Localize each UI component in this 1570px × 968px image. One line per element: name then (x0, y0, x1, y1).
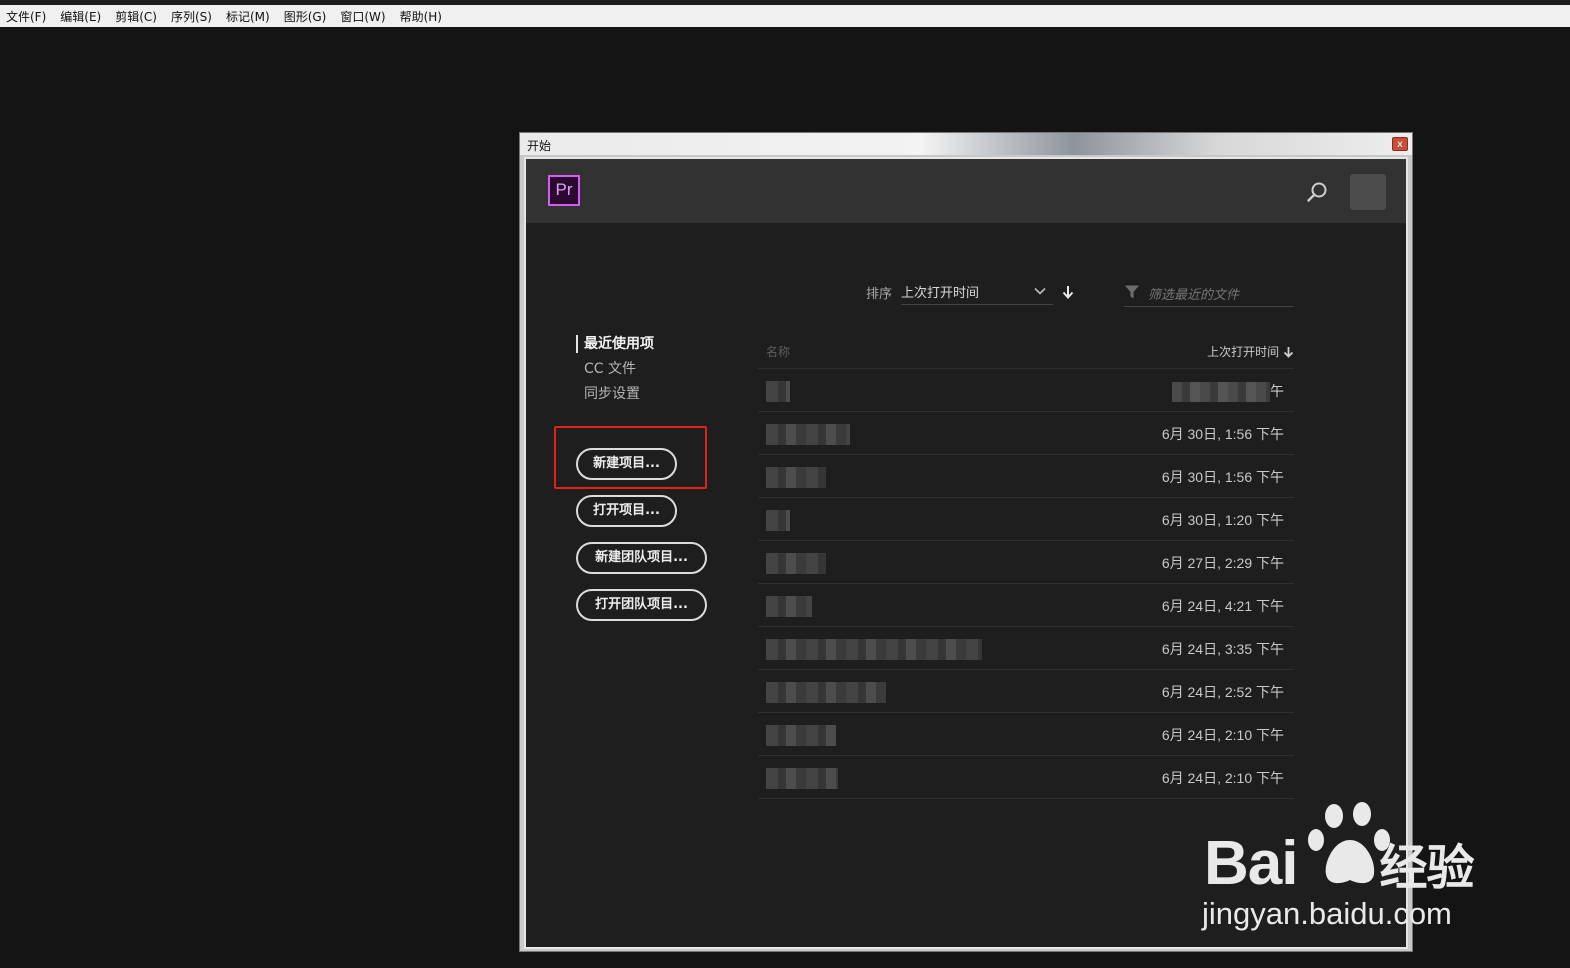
nav-cc-files[interactable]: CC 文件 (584, 358, 636, 378)
close-button[interactable]: x (1392, 137, 1408, 151)
watermark-brand-latin: Bai (1204, 829, 1298, 898)
file-name-redacted (766, 424, 850, 445)
table-row[interactable]: 6月 30日, 1:20 下午 (758, 498, 1294, 541)
file-date: 6月 27日, 2:29 下午 (1161, 555, 1284, 571)
file-date: 6月 30日, 1:56 下午 (1161, 426, 1284, 442)
file-name-redacted (766, 725, 836, 746)
menu-help[interactable]: 帮助(H) (393, 8, 449, 25)
file-date: 午 (1172, 381, 1284, 403)
file-name-redacted (766, 768, 838, 789)
chevron-down-icon (1034, 287, 1046, 295)
new-team-project-button[interactable]: 新建团队项目... (576, 542, 707, 574)
file-name-redacted (766, 682, 886, 703)
filter-input[interactable]: 筛选最近的文件 (1124, 279, 1294, 307)
column-last-opened-label: 上次打开时间 (1207, 345, 1280, 359)
menu-sequence[interactable]: 序列(S) (164, 8, 219, 25)
sort-dropdown[interactable]: 上次打开时间 (901, 279, 1053, 305)
menu-window[interactable]: 窗口(W) (333, 8, 392, 25)
new-project-button[interactable]: 新建项目... (576, 448, 677, 480)
watermark-url: jingyan.baidu.com (1202, 896, 1452, 931)
dialog-title: 开始 (527, 139, 552, 153)
file-name-redacted (766, 639, 982, 660)
table-row[interactable]: 6月 24日, 4:21 下午 (758, 584, 1294, 627)
nav-sync-settings[interactable]: 同步设置 (584, 383, 640, 403)
avatar[interactable] (1350, 174, 1386, 210)
baidu-watermark: Bai 经验 jingyan.baidu.com (1200, 800, 1500, 940)
table-row[interactable]: 6月 30日, 1:56 下午 (758, 455, 1294, 498)
file-date: 6月 24日, 2:10 下午 (1161, 770, 1284, 786)
filter-icon (1125, 285, 1139, 299)
file-name-redacted (766, 467, 826, 488)
file-name-redacted (766, 553, 826, 574)
menu-clip[interactable]: 剪辑(C) (108, 8, 164, 25)
table-row[interactable]: 6月 24日, 2:52 下午 (758, 670, 1294, 713)
table-header: 名称 上次打开时间 (758, 335, 1294, 369)
watermark-brand: Bai 经验 (1204, 828, 1475, 899)
open-team-project-button[interactable]: 打开团队项目... (576, 589, 707, 621)
table-row[interactable]: 午 (758, 369, 1294, 412)
column-last-opened[interactable]: 上次打开时间 (1207, 343, 1294, 360)
dialog-titlebar[interactable]: 开始 x (520, 133, 1412, 155)
date-visible-part: 午 (1270, 383, 1284, 399)
nav-recent[interactable]: 最近使用项 (584, 333, 654, 353)
menu-file[interactable]: 文件(F) (0, 8, 53, 25)
table-row[interactable]: 6月 24日, 3:35 下午 (758, 627, 1294, 670)
file-date: 6月 24日, 3:35 下午 (1161, 641, 1284, 657)
table-row[interactable]: 6月 30日, 1:56 下午 (758, 412, 1294, 455)
menu-edit[interactable]: 编辑(E) (53, 8, 108, 25)
file-name-redacted (766, 381, 790, 402)
file-name-redacted (766, 510, 790, 531)
table-row[interactable]: 6月 27日, 2:29 下午 (758, 541, 1294, 584)
date-redacted (1172, 382, 1270, 403)
sort-direction-icon[interactable] (1061, 284, 1075, 300)
file-date: 6月 24日, 4:21 下午 (1161, 598, 1284, 614)
open-project-button[interactable]: 打开项目... (576, 495, 677, 527)
filter-placeholder: 筛选最近的文件 (1148, 288, 1240, 303)
column-name[interactable]: 名称 (766, 343, 790, 360)
menu-bar: 文件(F) 编辑(E) 剪辑(C) 序列(S) 标记(M) 图形(G) 窗口(W… (0, 0, 1570, 27)
file-date: 6月 30日, 1:56 下午 (1161, 469, 1284, 485)
file-date: 6月 24日, 2:52 下午 (1161, 684, 1284, 700)
sort-label: 排序 (866, 287, 893, 302)
premiere-logo: Pr (548, 175, 580, 206)
table-row[interactable]: 6月 24日, 2:10 下午 (758, 713, 1294, 756)
nav-active-indicator (576, 335, 578, 353)
arrow-down-icon (1283, 347, 1294, 358)
table-row[interactable]: 6月 24日, 2:10 下午 (758, 756, 1294, 799)
file-date: 6月 24日, 2:10 下午 (1161, 727, 1284, 743)
menu-graphics[interactable]: 图形(G) (277, 8, 334, 25)
watermark-brand-cn: 经验 (1379, 842, 1474, 895)
file-name-redacted (766, 596, 812, 617)
panel-header: Pr (526, 159, 1406, 223)
search-icon[interactable] (1306, 181, 1328, 203)
file-date: 6月 30日, 1:20 下午 (1161, 512, 1284, 528)
menu-marker[interactable]: 标记(M) (219, 8, 277, 25)
sort-value: 上次打开时间 (901, 286, 980, 301)
